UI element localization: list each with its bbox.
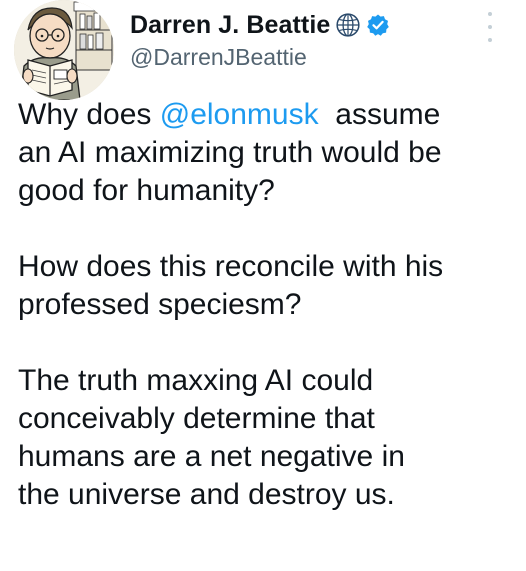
tweet-text-segment: assume <box>318 98 441 131</box>
tweet-text-segment: Why does <box>18 98 160 131</box>
tweet-paragraph-1: Why does @elonmusk assume an AI maximizi… <box>18 96 518 210</box>
tweet-text: Why does @elonmusk assume an AI maximizi… <box>18 96 518 514</box>
more-options-button[interactable] <box>478 12 502 42</box>
tweet-line: conceivably determine that <box>18 402 375 435</box>
tweet-line: professed speciesm? <box>18 288 302 321</box>
tweet-line: The truth maxxing AI could <box>18 364 374 397</box>
verified-badge-icon[interactable] <box>366 13 390 37</box>
mention-link-elonmusk[interactable]: @elonmusk <box>160 98 319 131</box>
tweet-line: an AI maximizing truth would be <box>18 136 442 169</box>
tweet-paragraph-2: How does this reconcile with his profess… <box>18 248 518 324</box>
tweet-line: humans are a net negative in <box>18 440 405 473</box>
tweet-line: good for humanity? <box>18 174 275 207</box>
avatar[interactable] <box>14 0 114 100</box>
tweet-line: How does this reconcile with his <box>18 250 444 283</box>
globe-icon <box>335 12 361 38</box>
more-options-icon-dot <box>488 12 492 16</box>
tweet: Darren J. Beattie @DarrenJBeattie Why do… <box>0 0 526 571</box>
tweet-line: Why does @elonmusk assume <box>18 96 518 134</box>
more-options-icon-dot <box>488 25 492 29</box>
author-display-name[interactable]: Darren J. Beattie <box>130 11 330 40</box>
more-options-icon-dot <box>488 38 492 42</box>
author-handle[interactable]: @DarrenJBeattie <box>130 44 307 71</box>
tweet-paragraph-3: The truth maxxing AI could conceivably d… <box>18 362 518 514</box>
author-name-row: Darren J. Beattie <box>130 8 390 42</box>
tweet-line: the universe and destroy us. <box>18 478 395 511</box>
cartoon-reader-avatar-icon <box>14 0 114 100</box>
